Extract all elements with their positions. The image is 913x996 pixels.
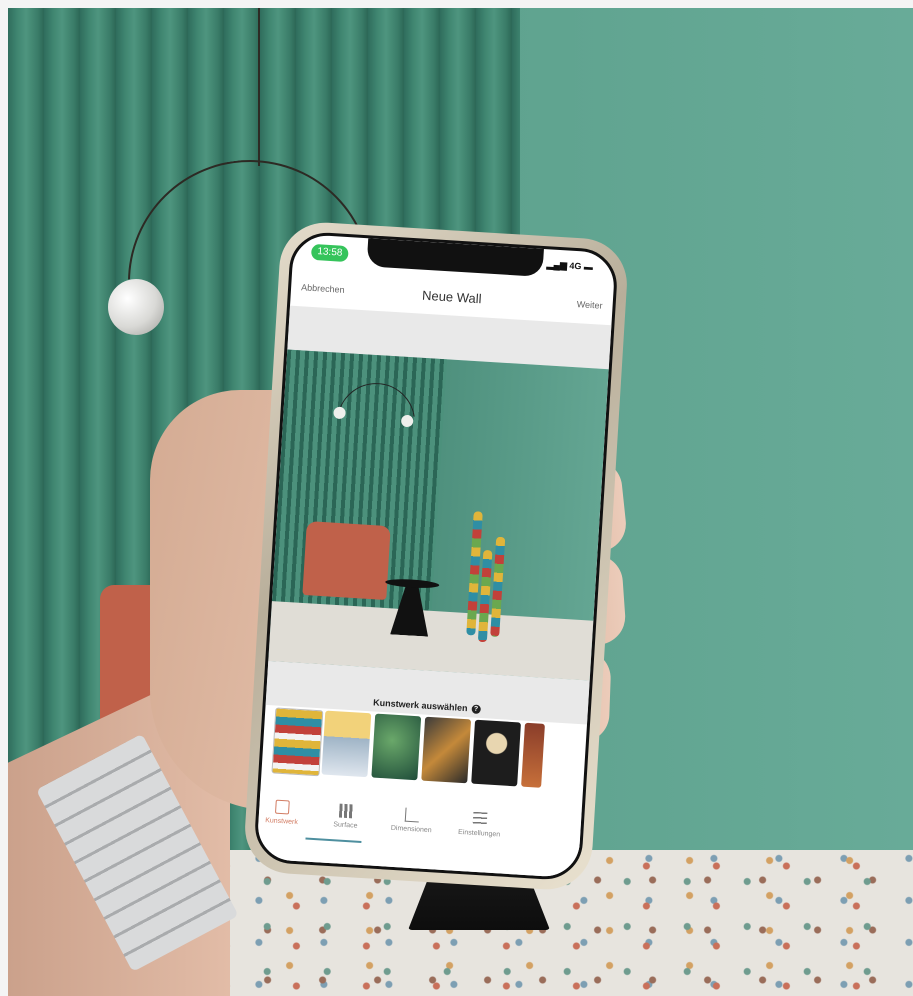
phone-screen: 13:58 ▂▄▆ 4G ▬ Abbrechen Neue Wall Weite… bbox=[253, 230, 619, 882]
help-icon[interactable]: ? bbox=[471, 704, 481, 715]
artwork-thumbnail[interactable] bbox=[271, 707, 324, 777]
tab-kunstwerk[interactable]: Kunstwerk bbox=[253, 798, 318, 827]
status-time: 13:58 bbox=[310, 243, 349, 263]
phone-notch bbox=[366, 238, 544, 277]
frame-icon bbox=[274, 799, 290, 815]
bottom-tab-bar: Kunstwerk Surface Dimensionen Einstellun… bbox=[253, 790, 582, 882]
border-top bbox=[0, 0, 913, 8]
artwork-thumbnail[interactable] bbox=[471, 719, 521, 787]
pendant-lamp-globe bbox=[108, 279, 164, 335]
artwork-thumbnail[interactable] bbox=[421, 716, 472, 784]
next-button[interactable]: Weiter bbox=[576, 299, 602, 311]
battery-icon: ▬ bbox=[583, 261, 594, 273]
artwork-thumbnail[interactable] bbox=[371, 713, 422, 781]
sliders-icon bbox=[472, 811, 488, 827]
grid-icon bbox=[338, 803, 354, 819]
network-label: 4G bbox=[569, 260, 582, 272]
signal-icon: ▂▄▆ bbox=[546, 259, 568, 271]
photo-scene: 13:58 ▂▄▆ 4G ▬ Abbrechen Neue Wall Weite… bbox=[0, 0, 913, 996]
tab-surface[interactable]: Surface bbox=[310, 802, 381, 831]
tab-einstellungen[interactable]: Einstellungen bbox=[444, 810, 515, 839]
dimensions-icon bbox=[404, 807, 420, 823]
room-preview-image[interactable] bbox=[268, 349, 609, 681]
artwork-thumbnail[interactable] bbox=[321, 710, 372, 778]
tab-label: Einstellungen bbox=[457, 828, 501, 839]
smartphone: 13:58 ▂▄▆ 4G ▬ Abbrechen Neue Wall Weite… bbox=[242, 219, 630, 893]
artwork-thumbnail[interactable] bbox=[521, 722, 545, 788]
status-network: ▂▄▆ 4G ▬ bbox=[546, 259, 593, 273]
tab-dimensionen[interactable]: Dimensionen bbox=[376, 806, 447, 835]
tab-label: Dimensionen bbox=[390, 824, 432, 835]
preview-armchair bbox=[302, 521, 391, 601]
border-left bbox=[0, 8, 8, 996]
pendant-lamp-wire bbox=[258, 8, 260, 166]
tab-label: Kunstwerk bbox=[264, 817, 299, 827]
active-tab-indicator bbox=[305, 837, 362, 843]
tab-label: Surface bbox=[333, 821, 358, 830]
